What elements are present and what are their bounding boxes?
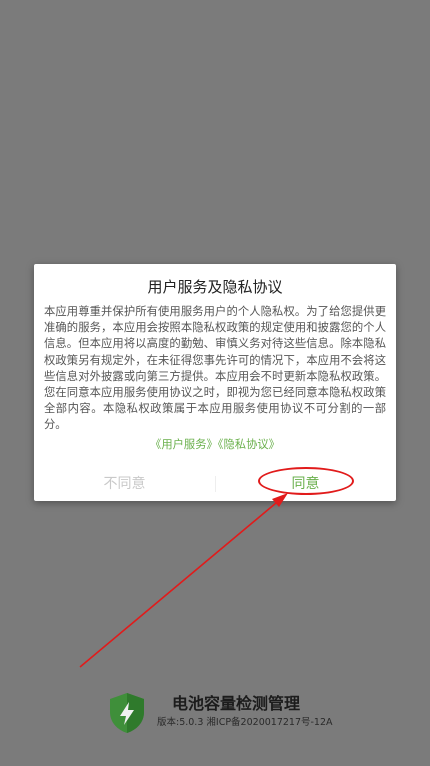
privacy-policy-link[interactable]: 《隐私协议》	[218, 438, 280, 451]
version-text: 版本:5.0.3 湘ICP备2020017217号-12A	[157, 717, 333, 728]
app-footer: 电池容量检测管理 版本:5.0.3 湘ICP备2020017217号-12A	[0, 688, 430, 734]
privacy-dialog: 用户服务及隐私协议 本应用尊重并保护所有使用服务用户的个人隐私权。为了给您提供更…	[34, 264, 396, 501]
agreement-links: 《用户服务》《隐私协议》	[34, 436, 396, 452]
dialog-body-text: 本应用尊重并保护所有使用服务用户的个人隐私权。为了给您提供更准确的服务，本应用会…	[44, 305, 386, 432]
app-name: 电池容量检测管理	[172, 694, 301, 713]
annotation-highlight-ellipse	[258, 467, 354, 495]
user-service-link[interactable]: 《用户服务》	[150, 438, 218, 451]
disagree-button[interactable]: 不同意	[34, 469, 215, 499]
dialog-title: 用户服务及隐私协议	[147, 278, 283, 296]
shield-bolt-icon	[110, 693, 144, 733]
